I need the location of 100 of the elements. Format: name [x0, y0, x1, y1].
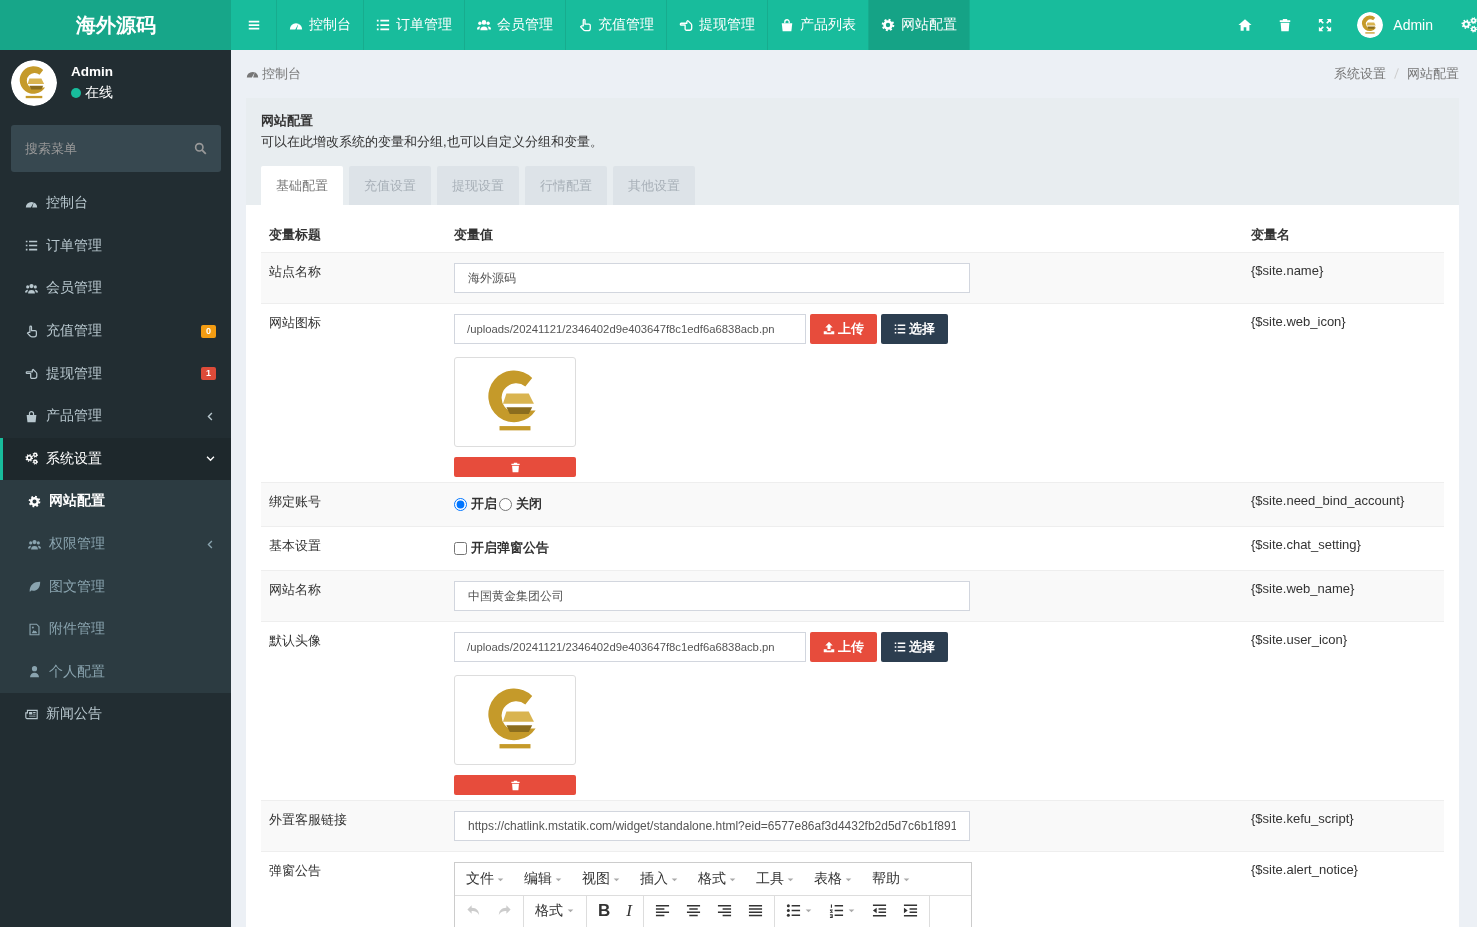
- column-header: 变量标题: [261, 220, 446, 253]
- leaf-icon: [28, 580, 41, 594]
- radio-label: 开启: [471, 495, 497, 513]
- menu-item[interactable]: 充值管理 0: [0, 309, 231, 353]
- outdent-icon: [871, 902, 887, 918]
- upload-icon: [823, 641, 835, 653]
- search-field[interactable]: 搜索菜单: [11, 125, 221, 172]
- row-label: 站点名称: [261, 252, 446, 304]
- breadcrumb-link[interactable]: 网站配置: [1407, 64, 1459, 83]
- editor-menu[interactable]: 表格: [807, 870, 861, 888]
- editor-menu[interactable]: 视图: [575, 870, 629, 888]
- align-justify-icon: [747, 902, 763, 918]
- gears-icon: [25, 452, 38, 466]
- choose-button[interactable]: 选择: [881, 314, 948, 344]
- page-title: 控制台: [262, 64, 301, 83]
- upload-icon: [823, 323, 835, 335]
- column-header: 变量名: [1243, 220, 1444, 253]
- users-icon: [28, 537, 41, 551]
- menu-item[interactable]: 新闻公告: [0, 693, 231, 736]
- search-icon: [194, 142, 207, 155]
- fullscreen-icon: [1318, 18, 1333, 32]
- row-label: 网站名称: [261, 570, 446, 622]
- user-icon: [28, 665, 41, 679]
- variable-name: {$site.name}: [1243, 252, 1444, 304]
- editor-menu[interactable]: 插入: [633, 870, 687, 888]
- variable-name: {$site.need_bind_account}: [1243, 482, 1444, 527]
- align-center-icon: [685, 902, 701, 918]
- menu-item[interactable]: 控制台: [0, 182, 231, 225]
- brand-logo: 海外源码: [0, 0, 231, 50]
- delete-button[interactable]: [454, 775, 576, 795]
- tab[interactable]: 基础配置: [261, 166, 343, 205]
- list-icon: [376, 18, 390, 32]
- count-badge: 1: [201, 367, 216, 381]
- editor-menu[interactable]: 格式: [691, 870, 745, 888]
- menu-item[interactable]: 网站配置: [0, 480, 231, 523]
- editor-menu[interactable]: 编辑: [517, 870, 571, 888]
- delete-button[interactable]: [454, 457, 576, 477]
- home-icon: [1238, 18, 1253, 32]
- column-header: 变量值: [446, 220, 1243, 253]
- menu-item[interactable]: 提现管理 1: [0, 352, 231, 395]
- trash-icon: [509, 779, 521, 791]
- avatar: [11, 59, 57, 106]
- editor-menu[interactable]: 文件: [459, 870, 513, 888]
- menu-item[interactable]: 系统设置: [0, 437, 231, 481]
- menu-item[interactable]: 图文管理: [0, 565, 231, 608]
- users-icon: [25, 282, 38, 295]
- path-field[interactable]: /uploads/20241121/2346402d9e403647f8c1edf6a6838acb.pn: [454, 632, 806, 662]
- menu-item[interactable]: 附件管理: [0, 607, 231, 651]
- user-status: 在线: [85, 83, 113, 102]
- editor-tool[interactable]: 格式: [527, 899, 583, 921]
- breadcrumb-link[interactable]: 系统设置: [1334, 64, 1386, 83]
- list-icon: [894, 323, 906, 335]
- text-field[interactable]: https://chatlink.mstatik.com/widget/standalone.html?eid=6577e86af3d4432fb2d5d7c6b1f891: [454, 811, 970, 841]
- choose-button[interactable]: 选择: [881, 632, 948, 662]
- avatar: [1357, 12, 1384, 38]
- editor-menu[interactable]: 帮助: [865, 870, 919, 888]
- editor-menu[interactable]: 工具: [749, 870, 803, 888]
- users-icon: [477, 18, 491, 32]
- hand-icon: [25, 367, 38, 381]
- align-right-icon: [716, 902, 732, 918]
- menu-item[interactable]: 会员管理: [0, 267, 231, 310]
- count-badge: 0: [201, 324, 216, 338]
- row-label: 绑定账号: [261, 482, 446, 527]
- row-label: 弹窗公告: [261, 851, 446, 927]
- row-label: 外置客服链接: [261, 800, 446, 852]
- text-field[interactable]: 海外源码: [454, 263, 970, 293]
- panel-title: 网站配置: [261, 112, 314, 130]
- menu-item[interactable]: 订单管理: [0, 224, 231, 268]
- menu-icon: [246, 18, 261, 32]
- pointing-hand-icon: [578, 18, 592, 32]
- radio-button[interactable]: [499, 497, 512, 511]
- list-icon: [25, 239, 38, 253]
- bag-icon: [780, 18, 794, 32]
- menu-item[interactable]: 个人配置: [0, 650, 231, 694]
- variable-name: {$site.alert_notice}: [1243, 851, 1444, 927]
- trash-icon: [509, 461, 521, 473]
- newspaper-icon: [25, 707, 38, 721]
- text-field[interactable]: 中国黄金集团公司: [454, 581, 970, 611]
- upload-button[interactable]: 上传: [810, 314, 877, 344]
- settings-icon: [881, 18, 895, 32]
- hand-icon: [679, 18, 693, 32]
- radio-button[interactable]: [454, 497, 467, 511]
- list-icon: [894, 641, 906, 653]
- checkbox[interactable]: [454, 541, 467, 555]
- bullet-list-icon: [785, 902, 801, 918]
- indent-icon: [902, 902, 918, 918]
- path-field[interactable]: /uploads/20241121/2346402d9e403647f8c1edf6a6838acb.pn: [454, 314, 806, 344]
- variable-name: {$site.web_name}: [1243, 570, 1444, 622]
- user-name: Admin: [71, 63, 113, 79]
- upload-button[interactable]: 上传: [810, 632, 877, 662]
- panel-description: 可以在此增改系统的变量和分组,也可以自定义分组和变量。: [261, 133, 604, 151]
- menu-item[interactable]: 权限管理: [0, 522, 231, 566]
- editor-tool[interactable]: B: [590, 899, 619, 921]
- menu-item[interactable]: 产品管理: [0, 394, 231, 438]
- trash-icon: [1278, 18, 1293, 32]
- radio-label: 关闭: [516, 495, 542, 513]
- image-file-icon: [28, 622, 41, 636]
- variable-name: {$site.kefu_script}: [1243, 800, 1444, 852]
- editor-tool[interactable]: I: [618, 899, 640, 921]
- online-dot: [71, 87, 81, 98]
